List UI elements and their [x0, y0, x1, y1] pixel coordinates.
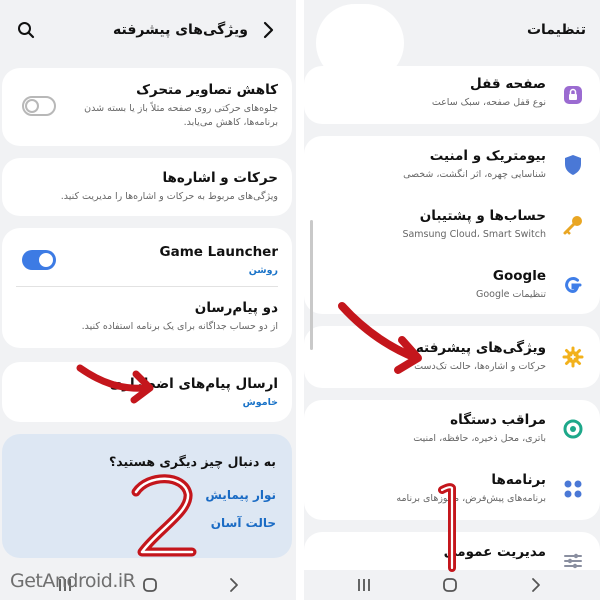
navigation-bar-link[interactable]: نوار پیمایش [205, 488, 276, 502]
setting-title: حساب‌ها و پشتیبان [419, 208, 546, 224]
setting-row-google[interactable]: Google تنظیمات Google [304, 256, 600, 314]
apps-icon [560, 476, 586, 502]
setting-status: خاموش [242, 397, 278, 408]
setting-row-device-care[interactable]: مراقب دستگاه باتری، محل ذخیره، حافظه، ام… [304, 400, 600, 458]
lock-icon [560, 82, 586, 108]
setting-title: Game Launcher [159, 244, 278, 260]
advanced-features-card: ویژگی‌های پیشرفته حرکات و اشاره‌ها، حالت… [304, 326, 600, 388]
setting-subtitle: حرکات و اشاره‌ها، حالت تک‌دست [414, 361, 546, 372]
motions-gestures-card: حرکات و اشاره‌ها ویژگی‌های مربوط به حرکا… [2, 158, 292, 216]
panel-divider [296, 0, 304, 600]
sos-messages-card: ارسال پیام‌های اضطراری خاموش [2, 362, 292, 422]
row-divider [16, 286, 278, 287]
setting-title: صفحه قفل [470, 76, 546, 92]
device-apps-card: مراقب دستگاه باتری، محل ذخیره، حافظه، ام… [304, 400, 600, 520]
setting-title: کاهش تصاویر متحرک [136, 82, 278, 98]
home-icon[interactable] [140, 576, 160, 594]
setting-subtitle: از دو حساب جداگانه برای یک برنامه استفاد… [81, 321, 278, 332]
suggestion-title: به دنبال چیز دیگری هستید؟ [109, 454, 276, 469]
setting-subtitle: جلوه‌های حرکتی روی صفحه مثلاً باز یا بست… [84, 103, 278, 114]
setting-subtitle: باتری، محل ذخیره، حافظه، امنیت [413, 433, 546, 444]
setting-row-apps[interactable]: برنامه‌ها برنامه‌های پیش‌فرض، مجوزهای بر… [304, 460, 600, 518]
game-dual-card: Game Launcher روشن دو پیام‌رسان از دو حس… [2, 228, 292, 348]
setting-row-dual-messenger[interactable]: دو پیام‌رسان از دو حساب جداگانه برای یک … [2, 288, 292, 346]
reduce-animations-toggle[interactable] [22, 96, 56, 116]
setting-subtitle: ویژگی‌های مربوط به حرکات و اشاره‌ها را م… [60, 191, 278, 202]
shield-icon [560, 152, 586, 178]
home-icon[interactable] [440, 576, 460, 594]
suggestion-card: به دنبال چیز دیگری هستید؟ نوار پیمایش حا… [2, 434, 292, 558]
page-title: تنظیمات [526, 22, 586, 38]
back-icon[interactable] [224, 576, 244, 594]
setting-title: مراقب دستگاه [450, 412, 546, 428]
setting-title: Google [492, 268, 546, 284]
gear-plus-icon [560, 344, 586, 370]
setting-title: ویژگی‌های پیشرفته [415, 340, 546, 356]
recent-apps-icon[interactable] [354, 576, 374, 594]
setting-row-accounts-backup[interactable]: حساب‌ها و پشتیبان Samsung Cloud، Smart S… [304, 196, 600, 254]
setting-subtitle: نوع قفل صفحه، سبک ساعت [431, 97, 546, 108]
setting-row-advanced-features[interactable]: ویژگی‌های پیشرفته حرکات و اشاره‌ها، حالت… [304, 326, 600, 388]
game-launcher-toggle[interactable] [22, 250, 56, 270]
setting-row-biometrics[interactable]: بیومتریک و امنیت شناسایی چهره، اثر انگشت… [304, 136, 600, 194]
search-icon[interactable] [14, 18, 38, 42]
device-care-icon [560, 416, 586, 442]
back-arrow-icon[interactable] [256, 18, 280, 42]
security-accounts-card: بیومتریک و امنیت شناسایی چهره، اثر انگشت… [304, 136, 600, 314]
setting-subtitle: شناسایی چهره، اثر انگشت، شخصی [403, 169, 546, 180]
easy-mode-link[interactable]: حالت آسان [211, 516, 276, 530]
page-title: ویژگی‌های پیشرفته [113, 22, 248, 38]
setting-title: مدیریت عمومی [443, 544, 546, 560]
settings-screen: تنظیمات صفحه قفل نوع قفل صفحه، سبک ساعت … [304, 0, 600, 600]
setting-row-reduce-animations[interactable]: کاهش تصاویر متحرک جلوه‌های حرکتی روی صفح… [2, 68, 292, 146]
reduce-animations-card: کاهش تصاویر متحرک جلوه‌های حرکتی روی صفح… [2, 68, 292, 146]
advanced-features-screen: ویژگی‌های پیشرفته کاهش تصاویر متحرک جلوه… [0, 0, 296, 600]
setting-status: روشن [248, 265, 278, 276]
setting-title: برنامه‌ها [491, 472, 546, 488]
back-icon[interactable] [526, 576, 546, 594]
key-icon [560, 212, 586, 238]
setting-title: بیومتریک و امنیت [429, 148, 546, 164]
advanced-features-header: ویژگی‌های پیشرفته [0, 0, 296, 62]
setting-row-sos-messages[interactable]: ارسال پیام‌های اضطراری خاموش [2, 362, 292, 422]
setting-subtitle: برنامه‌های پیش‌فرض، مجوزهای برنامه [396, 493, 546, 504]
setting-subtitle: تنظیمات Google [475, 289, 546, 300]
navigation-bar [304, 570, 600, 600]
blur-patch [316, 4, 404, 82]
setting-title: حرکات و اشاره‌ها [162, 170, 278, 186]
google-icon [560, 272, 586, 298]
scrollbar[interactable] [310, 220, 313, 350]
setting-title: ارسال پیام‌های اضطراری [109, 376, 278, 392]
setting-subtitle: برنامه‌ها، کاهش می‌یابد. [183, 117, 278, 128]
setting-row-motions-gestures[interactable]: حرکات و اشاره‌ها ویژگی‌های مربوط به حرکا… [2, 158, 292, 216]
setting-title: دو پیام‌رسان [194, 300, 278, 316]
setting-subtitle: Samsung Cloud، Smart Switch [402, 229, 546, 240]
setting-row-game-launcher[interactable]: Game Launcher روشن [2, 228, 292, 284]
watermark: GetAndroid.iR [10, 570, 136, 592]
